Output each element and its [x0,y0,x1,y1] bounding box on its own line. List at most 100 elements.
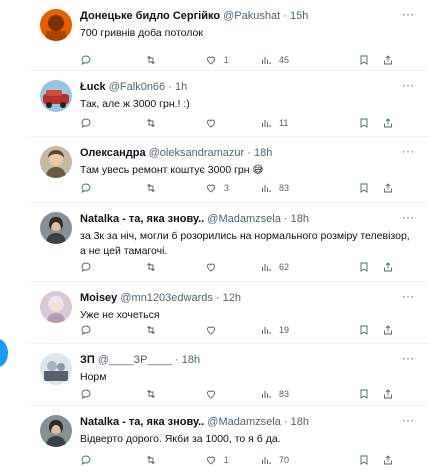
retweet-button[interactable] [145,322,164,338]
tweet-header: Moisey @mn1203edwards · 12h [80,291,388,305]
avatar[interactable] [40,212,72,244]
heart-icon [207,456,215,465]
views-button[interactable]: 11 [260,115,288,131]
author-handle[interactable]: @____ЗР____ [98,354,172,366]
retweet-button[interactable] [145,452,164,468]
like-count: 1 [224,455,230,465]
reply-button[interactable] [80,52,99,68]
author-name[interactable]: Донецьке бидло Сергійко [80,10,220,22]
timestamp[interactable]: 18h [254,147,272,159]
timestamp[interactable]: 18h [182,354,200,366]
tweet[interactable]: Донецьке бидло Сергійко @Pakushat · 15h … [30,0,428,71]
author-handle[interactable]: @oleksandramazur [149,147,245,159]
more-options-icon[interactable]: ··· [400,414,416,430]
like-button[interactable] [205,259,224,275]
avatar[interactable] [40,353,72,385]
retweet-icon [147,118,155,128]
tweet[interactable]: Łuck @Falk0n66 · 1h ··· Так, але ж 3000 … [30,71,428,137]
bookmark-icon [360,118,368,128]
tweet-actions: 1 70 [80,452,428,468]
more-options-icon[interactable]: ··· [400,352,416,368]
tweet-actions: 11 [80,115,428,131]
more-options-icon[interactable]: ··· [400,79,416,95]
timestamp[interactable]: 18h [291,213,309,225]
like-button[interactable]: 1 [205,452,229,468]
avatar[interactable] [40,146,72,178]
retweet-button[interactable] [145,259,164,275]
author-handle[interactable]: @Falk0n66 [109,81,165,93]
share-button[interactable] [382,115,394,131]
share-button[interactable] [382,452,394,468]
share-button[interactable] [382,259,394,275]
bookmark-button[interactable] [358,452,370,468]
author-name[interactable]: ЗП [80,354,95,366]
views-button[interactable]: 19 [260,322,289,338]
author-name[interactable]: Natalka - та, яка знову.. [80,213,204,225]
retweet-button[interactable] [145,52,164,68]
avatar[interactable] [40,415,72,447]
timestamp[interactable]: 1h [175,81,187,93]
reply-button[interactable] [80,115,99,131]
tweet[interactable]: Natalka - та, яка знову.. @Madamzsela · … [30,406,428,474]
reply-button[interactable] [80,322,99,338]
bookmark-button[interactable] [358,115,370,131]
tweet[interactable]: ЗП @____ЗР____ · 18h ··· Норм 83 [30,344,428,406]
author-handle[interactable]: @Pakushat [223,10,280,22]
avatar[interactable] [40,291,72,323]
reply-button[interactable] [80,452,99,468]
reply-button[interactable] [80,386,99,402]
tweet[interactable]: Олександра @oleksandramazur · 18h ··· Та… [30,137,428,203]
reply-button[interactable] [80,180,99,196]
views-button[interactable]: 83 [260,386,289,402]
bookmark-button[interactable] [358,180,370,196]
more-options-icon[interactable]: ··· [400,290,416,306]
like-button[interactable]: 1 [205,52,229,68]
more-options-icon[interactable]: ··· [400,145,416,161]
like-button[interactable]: 3 [205,180,229,196]
share-button[interactable] [382,386,394,402]
like-button[interactable] [205,386,224,402]
views-button[interactable]: 70 [260,452,289,468]
tweet-header: Natalka - та, яка знову.. @Madamzsela · … [80,212,388,226]
retweet-button[interactable] [145,386,164,402]
bookmark-button[interactable] [358,322,370,338]
timestamp[interactable]: 15h [290,10,308,22]
bookmark-button[interactable] [358,259,370,275]
heart-icon [207,119,215,128]
retweet-button[interactable] [145,115,164,131]
bookmark-icon [360,455,368,465]
more-options-icon[interactable]: ··· [400,211,416,227]
avatar[interactable] [40,9,72,41]
floating-compose-button[interactable] [0,339,8,367]
tweet[interactable]: Moisey @mn1203edwards · 12h ··· Уже не х… [30,282,428,344]
share-button[interactable] [382,322,394,338]
views-button[interactable]: 83 [260,180,289,196]
bookmark-button[interactable] [358,52,370,68]
tweet[interactable]: Natalka - та, яка знову.. @Madamzsela · … [30,203,428,282]
timestamp[interactable]: 12h [223,292,241,304]
tweet-actions: 1 45 [80,52,428,68]
views-button[interactable]: 62 [260,259,289,275]
share-icon [384,118,392,128]
share-button[interactable] [382,52,394,68]
bookmark-button[interactable] [358,386,370,402]
like-button[interactable] [205,322,224,338]
author-name[interactable]: Łuck [80,81,106,93]
retweet-button[interactable] [145,180,164,196]
avatar[interactable] [40,80,72,112]
view-count: 45 [279,55,290,65]
author-handle[interactable]: @mn1203edwards [120,292,213,304]
author-name[interactable]: Natalka - та, яка знову.. [80,416,204,428]
like-button[interactable] [205,115,224,131]
reply-button[interactable] [80,259,99,275]
author-name[interactable]: Moisey [80,292,117,304]
tweet-text: Там увесь ремонт коштує 3000 грн 😅 [80,164,264,176]
reply-icon [81,183,91,193]
author-handle[interactable]: @Madamzsela [207,416,281,428]
author-name[interactable]: Олександра [80,147,146,159]
author-handle[interactable]: @Madamzsela [207,213,281,225]
share-button[interactable] [382,180,394,196]
views-button[interactable]: 45 [260,52,289,68]
timestamp[interactable]: 18h [291,416,309,428]
more-options-icon[interactable]: ··· [400,8,416,24]
